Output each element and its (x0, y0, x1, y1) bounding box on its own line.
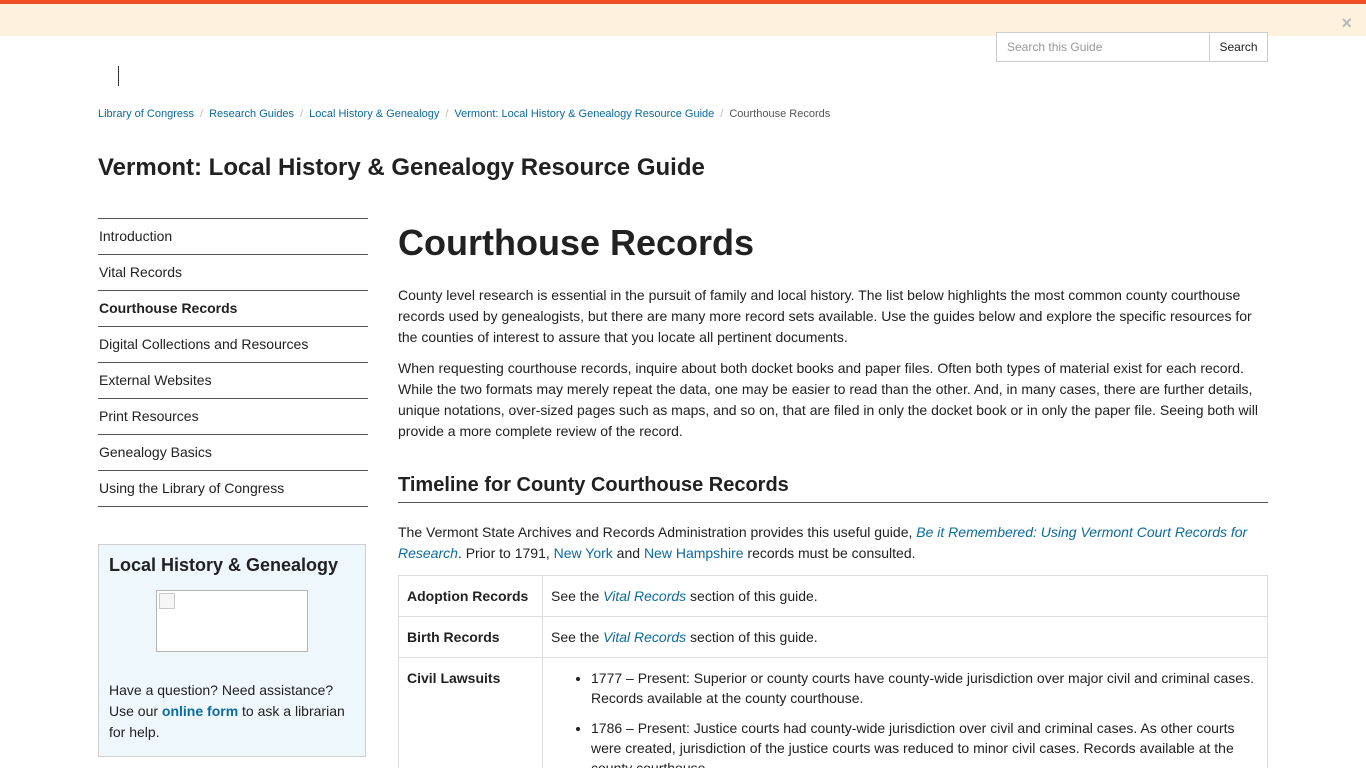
sidebar-item-using-loc[interactable]: Using the Library of Congress (98, 471, 368, 507)
vital-records-link[interactable]: Vital Records (603, 588, 686, 604)
section-title: Timeline for County Courthouse Records (398, 473, 1268, 503)
sidebar-item-external-websites[interactable]: External Websites (98, 363, 368, 399)
sidebar-item-vital-records[interactable]: Vital Records (98, 255, 368, 291)
record-type: Birth Records (398, 616, 543, 658)
help-box: Local History & Genealogy Have a questio… (98, 544, 366, 757)
record-type: Adoption Records (398, 575, 543, 617)
guide-title: Vermont: Local History & Genealogy Resou… (98, 154, 705, 181)
record-description: See the Vital Records section of this gu… (542, 616, 1268, 658)
record-type: Civil Lawsuits (398, 657, 543, 768)
breadcrumb: Library of Congress / Research Guides / … (98, 108, 830, 120)
list-item: 1777 – Present: Superior or county court… (591, 668, 1259, 708)
sidebar-item-genealogy-basics[interactable]: Genealogy Basics (98, 435, 368, 471)
main-content: Courthouse Records County level research… (398, 218, 1268, 768)
table-row: Adoption Records See the Vital Records s… (398, 575, 1268, 617)
librarian-image (156, 590, 308, 652)
sidebar-item-digital-collections[interactable]: Digital Collections and Resources (98, 327, 368, 363)
intro-paragraph: When requesting courthouse records, inqu… (398, 360, 1258, 439)
record-description: See the Vital Records section of this gu… (542, 575, 1268, 617)
help-box-title: Local History & Genealogy (109, 555, 339, 575)
online-form-link[interactable]: online form (162, 703, 238, 719)
close-icon[interactable]: × (1341, 14, 1352, 32)
breadcrumb-item-research-guides[interactable]: Research Guides (209, 108, 294, 120)
records-table: Adoption Records See the Vital Records s… (398, 575, 1268, 768)
vital-records-link[interactable]: Vital Records (603, 629, 686, 645)
breadcrumb-item-vermont-guide[interactable]: Vermont: Local History & Genealogy Resou… (454, 108, 714, 120)
breadcrumb-separator: / (445, 108, 449, 120)
broken-image-icon (159, 593, 175, 609)
breadcrumb-separator: / (200, 108, 204, 120)
intro-paragraph: County level research is essential in th… (398, 287, 1252, 345)
breadcrumb-separator: / (720, 108, 724, 120)
sidebar-item-courthouse-records[interactable]: Courthouse Records (98, 291, 368, 327)
new-hampshire-link[interactable]: New Hampshire (644, 545, 744, 561)
text-cursor (118, 66, 119, 86)
breadcrumb-item-loc[interactable]: Library of Congress (98, 108, 194, 120)
sidebar-item-print-resources[interactable]: Print Resources (98, 399, 368, 435)
new-york-link[interactable]: New York (554, 545, 613, 561)
guide-search: Search (996, 32, 1268, 62)
table-row: Civil Lawsuits 1777 – Present: Superior … (398, 657, 1268, 768)
record-description: 1777 – Present: Superior or county court… (542, 657, 1268, 768)
timeline-list: 1777 – Present: Superior or county court… (551, 668, 1259, 768)
intro-text: County level research is essential in th… (398, 285, 1268, 442)
breadcrumb-item-local-history[interactable]: Local History & Genealogy (309, 108, 439, 120)
help-text: Have a question? Need assistance? Use ou… (109, 682, 345, 740)
breadcrumb-item-current: Courthouse Records (729, 108, 831, 120)
sidebar-nav: Introduction Vital Records Courthouse Re… (98, 218, 368, 507)
breadcrumb-separator: / (300, 108, 304, 120)
section-intro: The Vermont State Archives and Records A… (398, 524, 1248, 561)
sidebar-item-introduction[interactable]: Introduction (98, 219, 368, 255)
page-title: Courthouse Records (398, 222, 755, 263)
table-row: Birth Records See the Vital Records sect… (398, 616, 1268, 658)
search-button[interactable]: Search (1209, 32, 1268, 62)
search-input[interactable] (996, 32, 1209, 62)
list-item: 1786 – Present: Justice courts had count… (591, 718, 1259, 768)
